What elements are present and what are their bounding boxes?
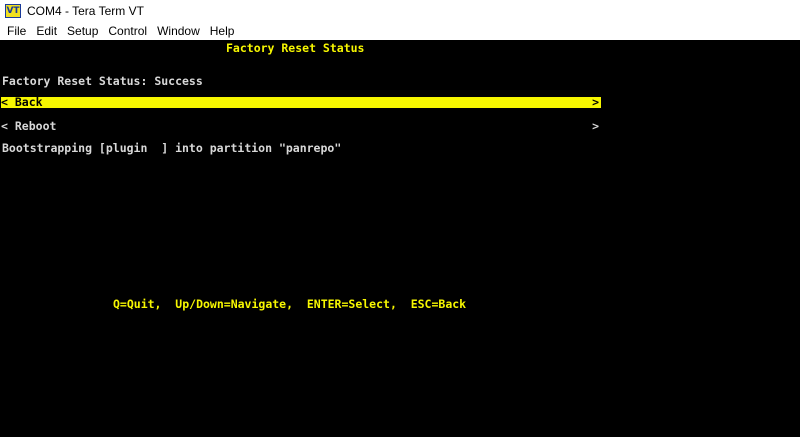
left-chevron-icon: < — [1, 119, 8, 133]
menu-control[interactable]: Control — [103, 24, 152, 38]
menu-help[interactable]: Help — [205, 24, 240, 38]
menu-option-reboot[interactable]: < Reboot > — [1, 119, 601, 133]
key-help-line: Q=Quit, Up/Down=Navigate, ENTER=Select, … — [113, 297, 467, 311]
factory-reset-status-line: Factory Reset Status: Success — [2, 74, 203, 88]
menu-window[interactable]: Window — [152, 24, 205, 38]
screen-header: Factory Reset Status — [226, 41, 365, 55]
teraterm-app-icon[interactable]: VT — [5, 4, 21, 18]
window-title: COM4 - Tera Term VT — [27, 4, 144, 18]
bootstrap-message: Bootstrapping [plugin ] into partition "… — [2, 141, 342, 155]
terminal-screen[interactable]: Factory Reset Status Factory Reset Statu… — [0, 40, 800, 437]
menu-setup[interactable]: Setup — [62, 24, 103, 38]
right-chevron-icon: > — [592, 95, 599, 109]
left-chevron-icon: < — [1, 95, 8, 109]
right-chevron-icon: > — [592, 119, 599, 133]
title-bar: VT COM4 - Tera Term VT — [0, 0, 800, 22]
menu-option-back[interactable]: < Back > — [1, 95, 601, 109]
menu-bar: File Edit Setup Control Window Help — [0, 22, 800, 40]
menu-option-label: Back — [14, 95, 43, 109]
menu-file[interactable]: File — [0, 24, 31, 38]
menu-edit[interactable]: Edit — [31, 24, 62, 38]
menu-option-label: Reboot — [14, 119, 57, 133]
